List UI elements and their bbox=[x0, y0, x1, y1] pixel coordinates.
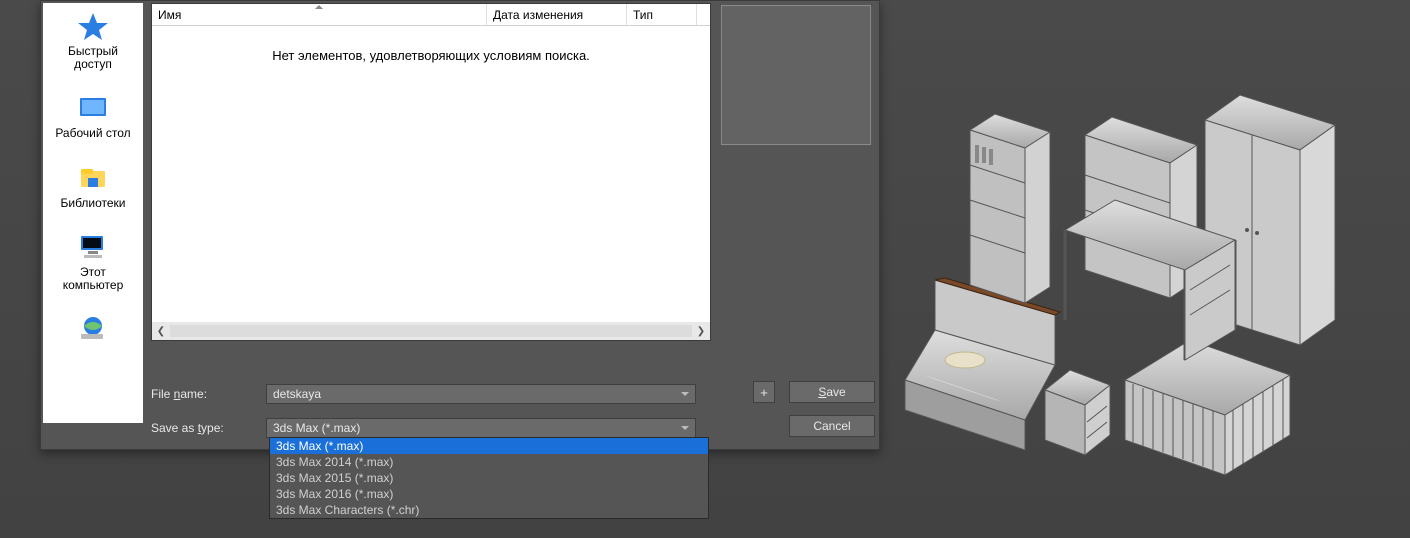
filename-value: detskaya bbox=[273, 387, 321, 401]
cancel-button[interactable]: Cancel bbox=[789, 415, 875, 437]
desktop-icon bbox=[75, 93, 111, 123]
plus-icon: + bbox=[760, 385, 768, 400]
filename-label: File name: bbox=[151, 387, 266, 401]
chevron-down-icon bbox=[681, 392, 689, 396]
libraries-icon bbox=[75, 163, 111, 193]
column-name[interactable]: Имя bbox=[152, 4, 487, 25]
file-list[interactable]: Имя Дата изменения Тип Нет элементов, уд… bbox=[151, 3, 711, 341]
thumbnail-preview bbox=[721, 5, 871, 145]
sort-asc-icon bbox=[315, 5, 323, 9]
column-type[interactable]: Тип bbox=[627, 4, 697, 25]
filename-input[interactable]: detskaya bbox=[266, 384, 696, 404]
column-label: Имя bbox=[158, 8, 181, 22]
file-list-header: Имя Дата изменения Тип bbox=[152, 4, 710, 26]
place-label: Библиотеки bbox=[60, 197, 125, 210]
save-button[interactable]: Save bbox=[789, 381, 875, 403]
globe-icon bbox=[75, 314, 111, 344]
place-libraries[interactable]: Библиотеки bbox=[43, 163, 143, 210]
filetype-row: Save as type: 3ds Max (*.max) bbox=[151, 417, 751, 439]
filename-row: File name: detskaya bbox=[151, 383, 751, 405]
horizontal-scrollbar[interactable]: ❮ ❯ bbox=[152, 322, 710, 340]
star-icon bbox=[75, 11, 111, 41]
file-list-body: Нет элементов, удовлетворяющих условиям … bbox=[152, 26, 710, 322]
filetype-select[interactable]: 3ds Max (*.max) bbox=[266, 418, 696, 438]
place-quick-access[interactable]: Быстрый доступ bbox=[43, 11, 143, 71]
computer-icon bbox=[75, 232, 111, 262]
scroll-right-icon[interactable]: ❯ bbox=[692, 322, 710, 340]
scroll-track[interactable] bbox=[170, 325, 692, 337]
place-label: Этот компьютер bbox=[63, 266, 124, 292]
place-this-pc[interactable]: Этот компьютер bbox=[43, 232, 143, 292]
filetype-value: 3ds Max (*.max) bbox=[273, 421, 360, 435]
filetype-option[interactable]: 3ds Max 2016 (*.max) bbox=[270, 486, 708, 502]
increment-button[interactable]: + bbox=[753, 381, 775, 403]
place-label: Рабочий стол bbox=[55, 127, 130, 140]
filetype-dropdown[interactable]: 3ds Max (*.max) 3ds Max 2014 (*.max) 3ds… bbox=[269, 437, 709, 519]
filetype-option[interactable]: 3ds Max 2015 (*.max) bbox=[270, 470, 708, 486]
column-label: Дата изменения bbox=[493, 8, 583, 22]
filetype-option[interactable]: 3ds Max (*.max) bbox=[270, 438, 708, 454]
place-network[interactable] bbox=[43, 314, 143, 348]
place-label: Быстрый доступ bbox=[68, 45, 118, 71]
save-file-dialog: Быстрый доступ Рабочий стол Библиотеки bbox=[40, 0, 880, 450]
place-desktop[interactable]: Рабочий стол bbox=[43, 93, 143, 140]
filetype-option[interactable]: 3ds Max Characters (*.chr) bbox=[270, 502, 708, 518]
column-date[interactable]: Дата изменения bbox=[487, 4, 627, 25]
scroll-left-icon[interactable]: ❮ bbox=[152, 322, 170, 340]
filetype-label: Save as type: bbox=[151, 421, 266, 435]
filetype-option[interactable]: 3ds Max 2014 (*.max) bbox=[270, 454, 708, 470]
column-label: Тип bbox=[633, 8, 653, 22]
chevron-down-icon bbox=[681, 426, 689, 430]
places-sidebar: Быстрый доступ Рабочий стол Библиотеки bbox=[43, 3, 143, 423]
empty-message: Нет элементов, удовлетворяющих условиям … bbox=[152, 48, 710, 63]
